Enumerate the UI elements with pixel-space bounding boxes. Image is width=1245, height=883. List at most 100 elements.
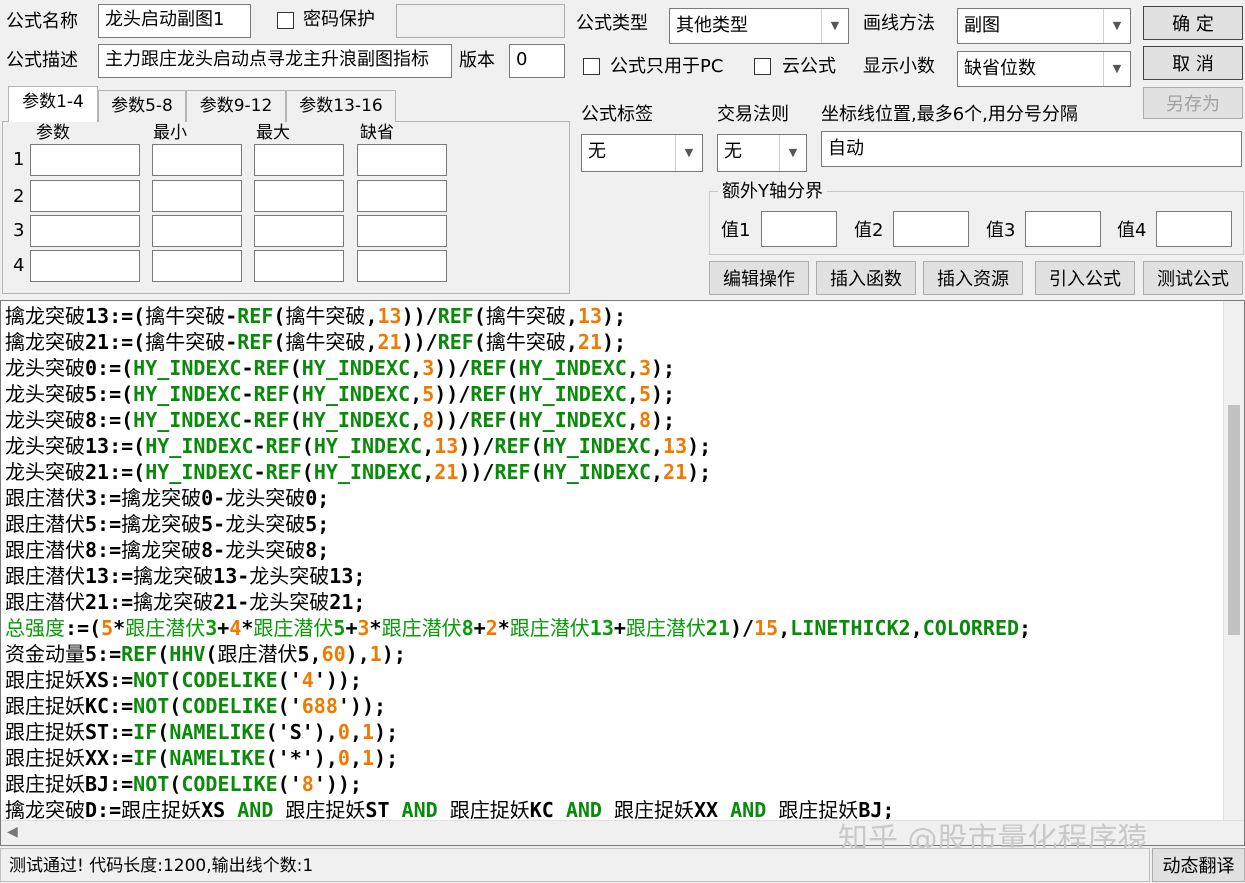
password-checkbox[interactable]	[277, 12, 294, 29]
draw-method-select[interactable]: 副图 ▼	[957, 8, 1131, 44]
chevron-down-icon[interactable]: ▼	[1103, 9, 1130, 43]
chevron-down-icon[interactable]: ▼	[1103, 52, 1130, 86]
code-token: +	[613, 616, 626, 640]
code-line[interactable]: 擒龙突破13:=(擒牛突破-REF(擒牛突破,13))/REF(擒牛突破,13)…	[1, 303, 1223, 329]
param1-max-input[interactable]	[254, 144, 344, 176]
tab-params-5-8[interactable]: 参数5-8	[98, 90, 186, 122]
code-token: (	[473, 304, 486, 328]
param4-default-input[interactable]	[357, 250, 447, 282]
cloud-checkbox[interactable]	[754, 58, 771, 75]
value1-input[interactable]	[761, 211, 837, 247]
chevron-down-icon[interactable]: ▼	[675, 135, 702, 171]
code-token: REF	[437, 330, 474, 354]
test-formula-button[interactable]: 测试公式	[1143, 261, 1243, 295]
code-line[interactable]: 擒龙突破21:=(擒牛突破-REF(擒牛突破,21))/REF(擒牛突破,21)…	[1, 329, 1223, 355]
pc-only-checkbox[interactable]	[583, 58, 600, 75]
formula-tag-select[interactable]: 无 ▼	[581, 134, 703, 172]
decimals-select[interactable]: 缺省位数 ▼	[957, 51, 1131, 87]
code-line[interactable]: 龙头突破13:=(HY_INDEXC-REF(HY_INDEXC,13))/RE…	[1, 433, 1223, 459]
code-token: 龙头突破	[225, 512, 306, 536]
code-token: ,	[651, 460, 664, 484]
code-token: 擒龙突破	[133, 590, 214, 614]
tab-params-9-12[interactable]: 参数9-12	[186, 90, 286, 122]
tab-params-13-16[interactable]: 参数13-16	[286, 90, 396, 122]
code-token: XS	[201, 798, 238, 819]
param4-min-input[interactable]	[152, 250, 242, 282]
param3-default-input[interactable]	[357, 215, 447, 247]
value3-input[interactable]	[1025, 211, 1101, 247]
param3-name-input[interactable]	[30, 215, 140, 247]
code-line[interactable]: 跟庄捉妖XS:=NOT(CODELIKE('4'));	[1, 667, 1223, 693]
save-as-button[interactable]: 另存为	[1143, 87, 1243, 119]
code-token: HHV	[169, 642, 206, 666]
dynamic-translate-button[interactable]: 动态翻译	[1152, 848, 1245, 882]
code-line[interactable]: 资金动量5:=REF(HHV(跟庄潜伏5,60),1);	[1, 641, 1223, 667]
axis-position-input[interactable]: 自动	[821, 131, 1242, 167]
code-line[interactable]: 龙头突破0:=(HY_INDEXC-REF(HY_INDEXC,3))/REF(…	[1, 355, 1223, 381]
code-line[interactable]: 总强度:=(5*跟庄潜伏3+4*跟庄潜伏5+3*跟庄潜伏8+2*跟庄潜伏13+跟…	[1, 615, 1223, 641]
param4-max-input[interactable]	[254, 250, 344, 282]
code-line[interactable]: 龙头突破21:=(HY_INDEXC-REF(HY_INDEXC,21))/RE…	[1, 459, 1223, 485]
code-line[interactable]: 跟庄潜伏5:=擒龙突破5-龙头突破5;	[1, 511, 1223, 537]
password-input[interactable]	[396, 4, 565, 38]
tab-params-1-4[interactable]: 参数1-4	[8, 86, 98, 122]
code-token: REF	[470, 356, 507, 380]
code-line[interactable]: 跟庄捉妖XX:=IF(NAMELIKE('*'),0,1);	[1, 745, 1223, 771]
param1-min-input[interactable]	[152, 144, 242, 176]
code-line[interactable]: 龙头突破8:=(HY_INDEXC-REF(HY_INDEXC,8))/REF(…	[1, 407, 1223, 433]
code-area[interactable]: 擒龙突破13:=(擒牛突破-REF(擒牛突破,13))/REF(擒牛突破,13)…	[1, 303, 1223, 819]
code-line[interactable]: 跟庄捉妖BJ:=NOT(CODELIKE('8'));	[1, 771, 1223, 797]
param4-name-input[interactable]	[30, 250, 140, 282]
formula-name-input[interactable]: 龙头启动副图1	[98, 4, 251, 38]
vertical-scrollbar[interactable]	[1223, 301, 1244, 820]
param2-max-input[interactable]	[254, 180, 344, 212]
code-token: (	[157, 720, 170, 744]
param2-min-input[interactable]	[152, 180, 242, 212]
code-token: COLORRED	[922, 616, 1020, 640]
trade-rule-select[interactable]: 无 ▼	[717, 134, 807, 172]
ok-button[interactable]: 确 定	[1143, 6, 1243, 40]
code-line[interactable]: 跟庄捉妖KC:=NOT(CODELIKE('688'));	[1, 693, 1223, 719]
code-token: 0:=(	[85, 356, 134, 380]
formula-desc-input[interactable]: 主力跟庄龙头启动点寻龙主升浪副图指标	[98, 44, 452, 78]
code-token: 0	[337, 746, 350, 770]
scroll-left-arrow-icon[interactable]: ◀	[7, 824, 18, 840]
code-token: *	[113, 616, 126, 640]
code-line[interactable]: 跟庄潜伏8:=擒龙突破8-龙头突破8;	[1, 537, 1223, 563]
code-token: (	[169, 772, 182, 796]
chevron-down-icon[interactable]: ▼	[779, 135, 806, 171]
chevron-down-icon[interactable]: ▼	[821, 9, 848, 43]
code-token: CODELIKE	[181, 668, 278, 692]
edit-ops-button[interactable]: 编辑操作	[709, 261, 809, 295]
vertical-scroll-thumb[interactable]	[1228, 405, 1240, 635]
param1-name-input[interactable]	[30, 144, 140, 176]
code-token: 跟庄捉妖	[5, 746, 85, 770]
code-editor[interactable]: 擒龙突破13:=(擒牛突破-REF(擒牛突破,13))/REF(擒牛突破,13)…	[0, 300, 1245, 846]
decimals-label: 显示小数	[863, 56, 935, 77]
value2-input[interactable]	[893, 211, 969, 247]
param3-min-input[interactable]	[152, 215, 242, 247]
code-token: BJ:=	[85, 772, 134, 796]
import-formula-button[interactable]: 引入公式	[1035, 261, 1135, 295]
code-line[interactable]: 跟庄潜伏3:=擒龙突破0-龙头突破0;	[1, 485, 1223, 511]
code-line[interactable]: 龙头突破5:=(HY_INDEXC-REF(HY_INDEXC,5))/REF(…	[1, 381, 1223, 407]
code-line[interactable]: 跟庄潜伏21:=擒龙突破21-龙头突破21;	[1, 589, 1223, 615]
code-token: 5	[422, 382, 435, 406]
draw-method-label: 画线方法	[863, 13, 935, 34]
version-input[interactable]: 0	[509, 44, 565, 78]
code-token: );	[687, 460, 712, 484]
code-line[interactable]: 跟庄潜伏13:=擒龙突破13-龙头突破13;	[1, 563, 1223, 589]
code-line[interactable]: 跟庄捉妖ST:=IF(NAMELIKE('S'),0,1);	[1, 719, 1223, 745]
insert-function-button[interactable]: 插入函数	[816, 261, 916, 295]
formula-type-select[interactable]: 其他类型 ▼	[669, 8, 849, 44]
insert-resource-button[interactable]: 插入资源	[923, 261, 1023, 295]
cancel-button[interactable]: 取 消	[1143, 46, 1243, 80]
code-token: ,	[365, 304, 378, 328]
param-row-number: 3	[13, 220, 25, 241]
value4-input[interactable]	[1156, 211, 1232, 247]
param3-max-input[interactable]	[254, 215, 344, 247]
param2-default-input[interactable]	[357, 180, 447, 212]
param2-name-input[interactable]	[30, 180, 140, 212]
param1-default-input[interactable]	[357, 144, 447, 176]
